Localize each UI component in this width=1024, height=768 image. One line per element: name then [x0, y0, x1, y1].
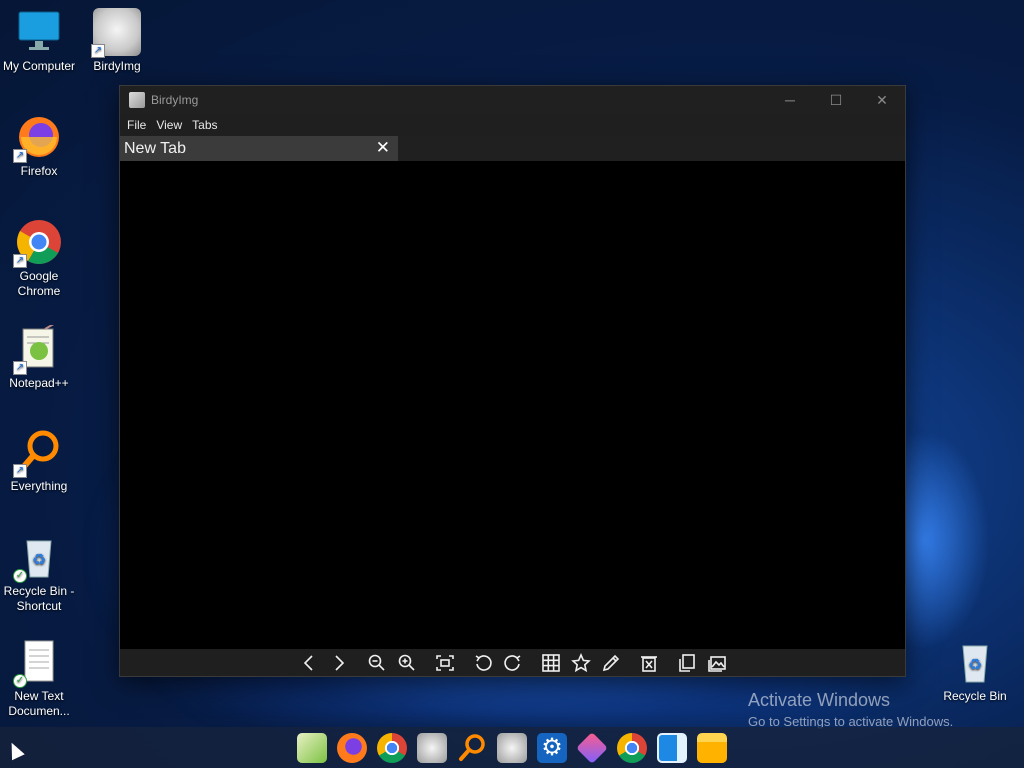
desktop-icon-label: BirdyImg — [93, 59, 141, 73]
birdyimg-icon[interactable] — [494, 730, 530, 766]
desktop-icon-label: Everything — [10, 479, 68, 493]
chrome-icon: ↗ — [13, 218, 63, 268]
desktop-icon-notepadpp[interactable]: ↗ Notepad++ — [1, 320, 77, 391]
desktop-icon-birdyimg[interactable]: ↗ BirdyImg — [79, 8, 155, 74]
shortcut-arrow-icon: ↗ — [13, 254, 27, 268]
grid-icon[interactable] — [537, 651, 565, 675]
next-icon[interactable] — [325, 651, 353, 675]
menu-file[interactable]: File — [122, 118, 151, 132]
title-bar[interactable]: BirdyImg ─ ☐ ✕ — [120, 86, 905, 114]
settings-icon[interactable]: ⚙ — [534, 730, 570, 766]
maximize-button[interactable]: ☐ — [813, 86, 859, 114]
copy-icon[interactable] — [673, 651, 701, 675]
desktop-icon-label: Recycle Bin - Shortcut — [3, 584, 75, 613]
desktop-icon-google-chrome[interactable]: ↗ Google Chrome — [1, 218, 77, 299]
desktop-icon-recycle-bin-shortcut[interactable]: ♻ ✓ Recycle Bin - Shortcut — [1, 533, 77, 614]
rotate-right-icon[interactable] — [499, 651, 527, 675]
desktop-icon-label: Firefox — [20, 164, 58, 178]
notepadpp-icon: ↗ — [13, 320, 63, 375]
desktop-icon-label: Google Chrome — [17, 269, 61, 298]
watermark-title: Activate Windows — [748, 690, 891, 710]
app-icon[interactable] — [574, 730, 610, 766]
app-icon — [129, 92, 145, 108]
gallery-icon[interactable] — [703, 651, 731, 675]
minimize-button[interactable]: ─ — [767, 86, 813, 114]
tab-strip: New Tab ✕ — [120, 136, 905, 161]
recycle-bin-icon: ♻ ✓ — [13, 533, 63, 583]
firefox-icon[interactable] — [334, 730, 370, 766]
bottom-toolbar — [120, 649, 905, 676]
shortcut-arrow-icon: ↗ — [13, 361, 27, 375]
close-button[interactable]: ✕ — [859, 86, 905, 114]
monitor-icon — [15, 8, 63, 56]
chrome-icon[interactable] — [374, 730, 410, 766]
previous-icon[interactable] — [295, 651, 323, 675]
notepad-icon[interactable] — [294, 730, 330, 766]
shortcut-arrow-icon: ↗ — [13, 464, 27, 478]
desktop-icon-label: New Text Documen... — [8, 689, 70, 718]
menu-bar: File View Tabs — [120, 114, 905, 136]
everything-icon[interactable] — [454, 730, 490, 766]
tab-label: New Tab — [124, 139, 186, 157]
everything-icon: ↗ — [13, 428, 63, 478]
menu-view[interactable]: View — [151, 118, 187, 132]
birdyimg-icon[interactable] — [414, 730, 450, 766]
birdyimg-icon: ↗ — [91, 8, 141, 58]
shortcut-arrow-icon: ↗ — [13, 149, 27, 163]
activation-watermark: Activate Windows Go to Settings to activ… — [748, 690, 953, 729]
tab-new-tab[interactable]: New Tab ✕ — [120, 136, 398, 161]
rotate-left-icon[interactable] — [469, 651, 497, 675]
edit-icon[interactable] — [597, 651, 625, 675]
chrome-icon[interactable] — [614, 730, 650, 766]
zoom-in-icon[interactable] — [393, 651, 421, 675]
window-title: BirdyImg — [151, 93, 199, 107]
taskbar: ⚙ — [0, 727, 1024, 768]
text-file-icon: ✓ — [13, 638, 63, 688]
image-canvas[interactable] — [120, 161, 905, 649]
file-explorer-icon[interactable] — [694, 730, 730, 766]
desktop-icon-my-computer[interactable]: My Computer — [1, 8, 77, 74]
desktop-icon-everything[interactable]: ↗ Everything — [1, 428, 77, 494]
birdyimg-window: BirdyImg ─ ☐ ✕ File View Tabs New Tab ✕ — [119, 85, 906, 677]
tab-close-icon[interactable]: ✕ — [376, 138, 390, 158]
desktop-icon-label: Notepad++ — [9, 376, 69, 390]
fit-screen-icon[interactable] — [431, 651, 459, 675]
zoom-out-icon[interactable] — [363, 651, 391, 675]
star-icon[interactable] — [567, 651, 595, 675]
desktop-icon-new-text-document[interactable]: ✓ New Text Documen... — [1, 638, 77, 719]
sync-check-icon: ✓ — [13, 674, 27, 688]
menu-tabs[interactable]: Tabs — [187, 118, 222, 132]
desktop-icon-label: My Computer — [2, 59, 76, 73]
media-icon[interactable] — [654, 730, 690, 766]
shortcut-arrow-icon: ↗ — [91, 44, 105, 58]
sync-check-icon: ✓ — [13, 569, 27, 583]
desktop-icon-firefox[interactable]: ↗ Firefox — [1, 113, 77, 179]
firefox-icon: ↗ — [13, 113, 63, 163]
svg-text:♻: ♻ — [32, 552, 46, 569]
delete-icon[interactable] — [635, 651, 663, 675]
svg-text:♻: ♻ — [968, 657, 982, 674]
recycle-bin-icon: ♻ — [951, 638, 999, 686]
